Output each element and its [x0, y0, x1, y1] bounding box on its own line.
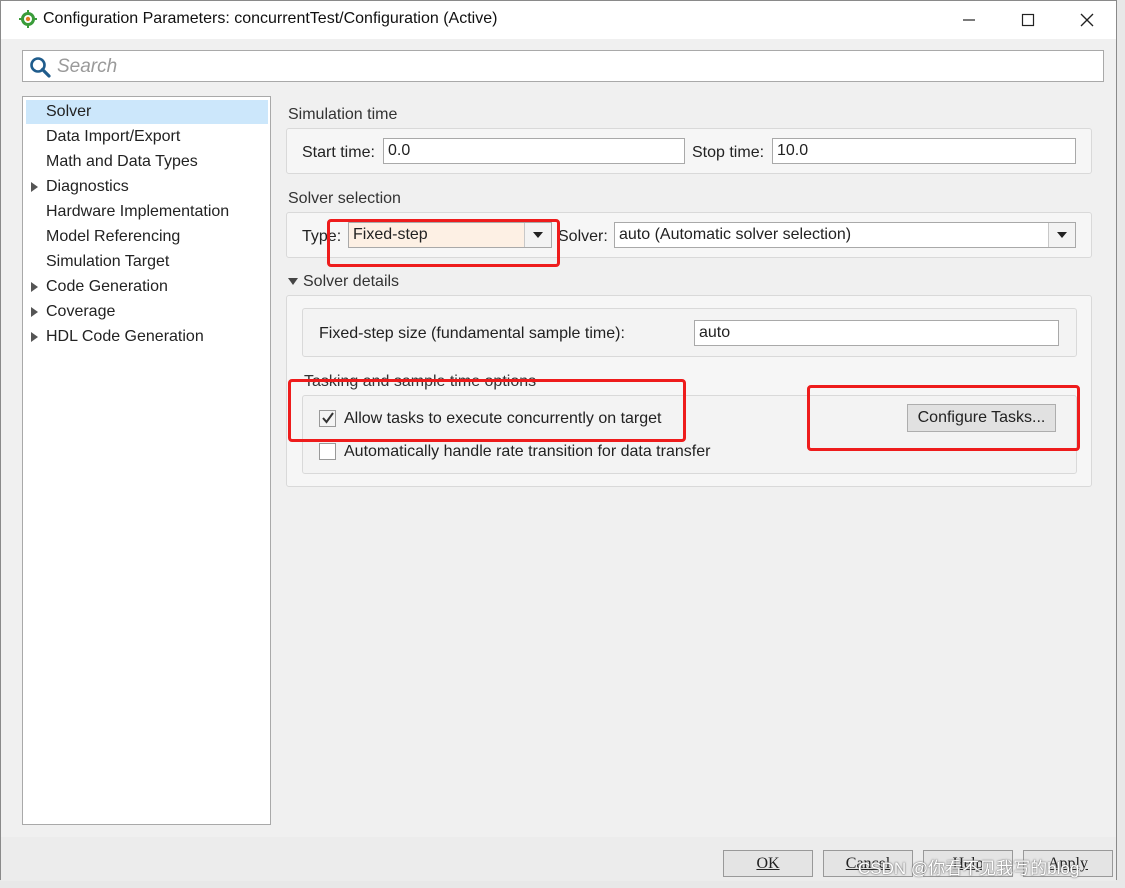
close-icon: [1080, 13, 1094, 27]
solver-dropdown[interactable]: auto (Automatic solver selection): [614, 222, 1076, 248]
sidebar-item-label: Solver: [46, 103, 92, 120]
search-icon: [30, 57, 51, 78]
maximize-icon: [1021, 13, 1035, 27]
step-size-input[interactable]: auto: [694, 320, 1059, 346]
maximize-button[interactable]: [1005, 1, 1051, 39]
watermark: CSDN @你看不见我写的blog: [858, 859, 1080, 878]
solver-details-heading[interactable]: Solver details: [303, 273, 399, 291]
checkmark-icon: [322, 412, 334, 424]
close-button[interactable]: [1064, 1, 1110, 39]
tasking-panel: Allow tasks to execute concurrently on t…: [302, 395, 1077, 474]
sidebar-item-label: Diagnostics: [46, 178, 129, 195]
expand-arrow-icon[interactable]: [31, 182, 38, 192]
concurrent-tasks-checkbox[interactable]: [319, 410, 336, 427]
sidebar-item-code-generation[interactable]: Code Generation: [26, 275, 268, 299]
solver-label: Solver:: [558, 228, 608, 245]
sidebar-item-coverage[interactable]: Coverage: [26, 300, 268, 324]
sidebar-item-solver[interactable]: Solver: [26, 100, 268, 124]
start-time-label: Start time:: [302, 144, 375, 161]
sidebar-item-simulation-target[interactable]: Simulation Target: [26, 250, 268, 274]
type-dropdown-value: Fixed-step: [353, 226, 428, 243]
stop-time-label: Stop time:: [692, 144, 765, 161]
type-label: Type:: [302, 228, 342, 245]
config-dialog: Configuration Parameters: concurrentTest…: [0, 0, 1117, 881]
step-size-label: Fixed-step size (fundamental sample time…: [319, 325, 625, 342]
sidebar-item-label: Math and Data Types: [46, 153, 198, 170]
simulation-time-heading: Simulation time: [288, 106, 398, 123]
sidebar-item-hardware-implementation[interactable]: Hardware Implementation: [26, 200, 268, 224]
start-time-input[interactable]: 0.0: [383, 138, 685, 164]
sidebar-item-label: Simulation Target: [46, 253, 170, 270]
solver-details-panel: Fixed-step size (fundamental sample time…: [286, 295, 1092, 487]
collapse-triangle-icon[interactable]: [288, 278, 298, 286]
sidebar-item-math-data-types[interactable]: Math and Data Types: [26, 150, 268, 174]
ok-button[interactable]: OK: [723, 850, 813, 877]
expand-arrow-icon[interactable]: [31, 282, 38, 292]
sidebar-item-label: Hardware Implementation: [46, 203, 230, 220]
minimize-button[interactable]: [946, 1, 992, 39]
step-size-panel: Fixed-step size (fundamental sample time…: [302, 308, 1077, 357]
rate-transition-checkbox[interactable]: [319, 443, 336, 460]
solver-selection-panel: Type: Fixed-step Solver: auto (Automatic…: [286, 212, 1092, 258]
stop-time-input[interactable]: 10.0: [772, 138, 1076, 164]
search-input[interactable]: [55, 53, 1099, 81]
sidebar-item-label: Model Referencing: [46, 228, 181, 245]
type-dropdown[interactable]: Fixed-step: [348, 222, 552, 248]
title-bar: Configuration Parameters: concurrentTest…: [1, 1, 1116, 39]
solver-dropdown-value: auto (Automatic solver selection): [619, 226, 852, 243]
simulation-time-panel: Start time: 0.0 Stop time: 10.0: [286, 128, 1092, 174]
concurrent-tasks-label[interactable]: Allow tasks to execute concurrently on t…: [344, 410, 662, 428]
sidebar-item-label: Data Import/Export: [46, 128, 181, 145]
sidebar-item-model-referencing[interactable]: Model Referencing: [26, 225, 268, 249]
chevron-down-icon[interactable]: [1048, 223, 1075, 247]
minimize-icon: [963, 19, 975, 21]
search-box[interactable]: [22, 50, 1104, 82]
configure-tasks-button[interactable]: Configure Tasks...: [907, 404, 1056, 432]
sidebar-item-hdl-code-generation[interactable]: HDL Code Generation: [26, 325, 268, 349]
rate-transition-label[interactable]: Automatically handle rate transition for…: [344, 443, 710, 461]
expand-arrow-icon[interactable]: [31, 307, 38, 317]
simulink-gear-icon: [19, 10, 37, 28]
tasking-heading: Tasking and sample time options: [304, 373, 537, 390]
solver-selection-heading: Solver selection: [288, 190, 401, 207]
expand-arrow-icon[interactable]: [31, 332, 38, 342]
sidebar-item-label: Coverage: [46, 303, 116, 320]
window-title: Configuration Parameters: concurrentTest…: [43, 10, 498, 27]
sidebar-item-data-import-export[interactable]: Data Import/Export: [26, 125, 268, 149]
category-tree: Solver Data Import/Export Math and Data …: [22, 96, 271, 825]
sidebar-item-label: HDL Code Generation: [46, 328, 204, 345]
sidebar-item-label: Code Generation: [46, 278, 168, 295]
chevron-down-icon[interactable]: [524, 223, 551, 247]
sidebar-item-diagnostics[interactable]: Diagnostics: [26, 175, 268, 199]
